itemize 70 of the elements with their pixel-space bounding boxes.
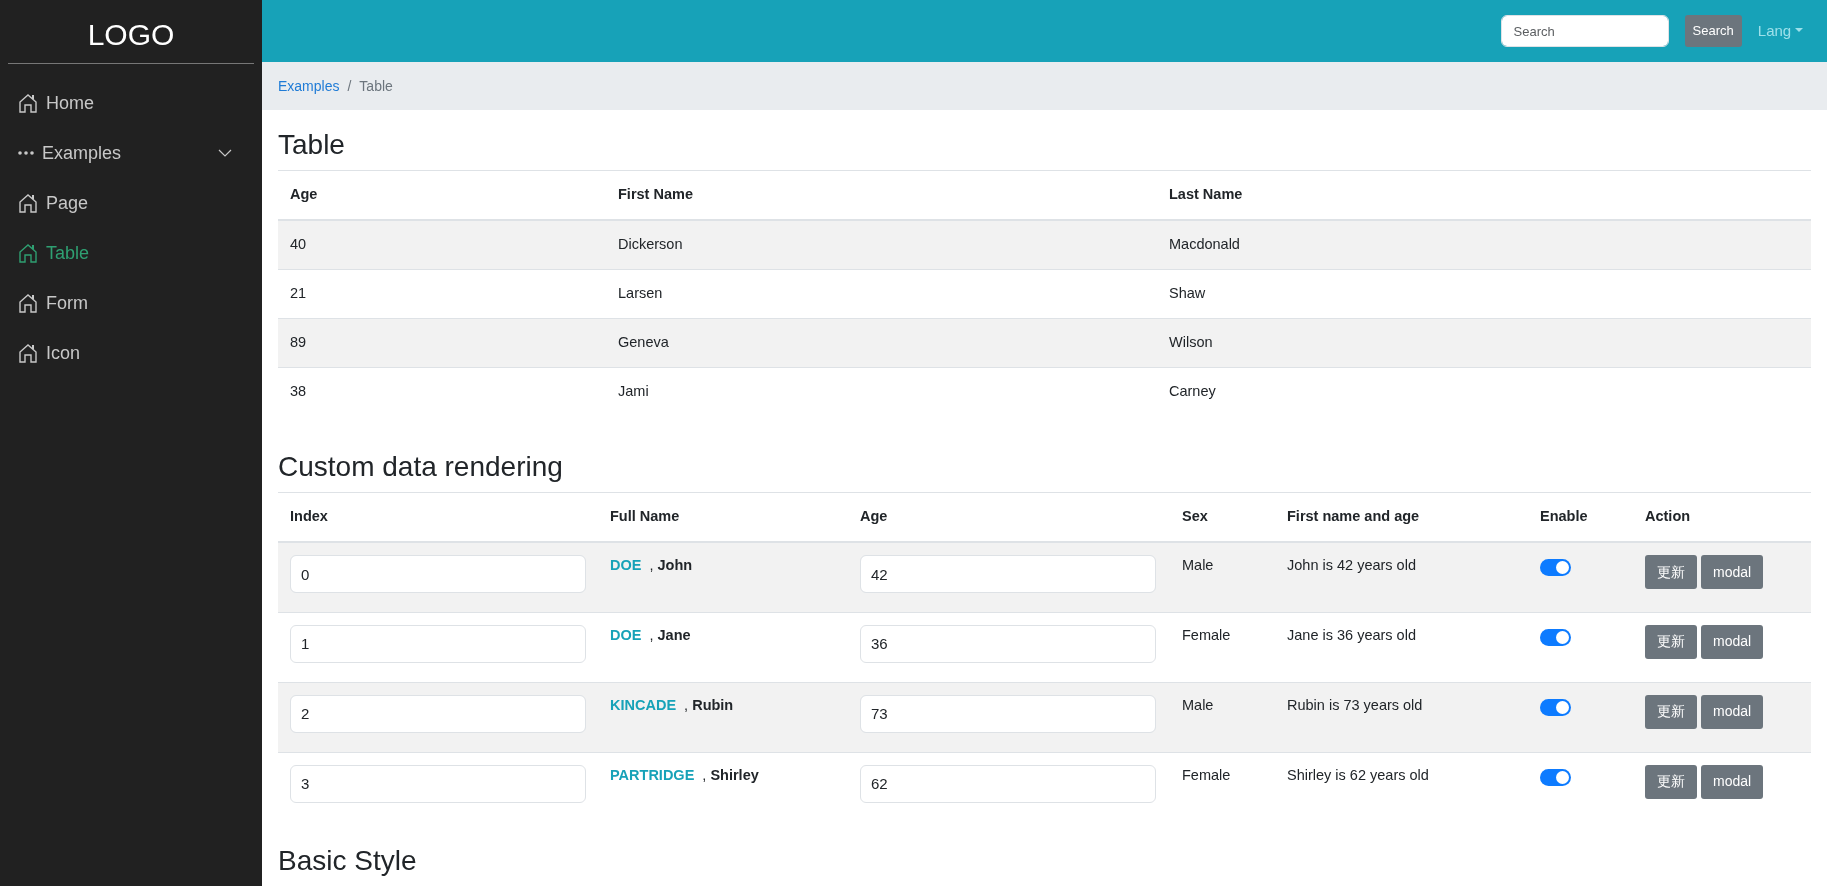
breadcrumb-current: Table [359, 76, 393, 96]
table-cell: Macdonald [1157, 220, 1811, 270]
section-heading: Table [278, 128, 346, 162]
last-name-link[interactable]: DOE [610, 626, 642, 643]
first-name-text: , John [648, 557, 693, 574]
search-button[interactable]: Search [1684, 15, 1742, 47]
table-cell: Male [1170, 542, 1275, 613]
modal-button[interactable]: modal [1701, 555, 1764, 590]
enable-toggle[interactable] [1540, 768, 1571, 786]
index-field[interactable]: 2 [290, 694, 586, 733]
update-button[interactable]: 更新 [1645, 555, 1697, 590]
home-icon [18, 193, 38, 213]
age-field[interactable]: 42 [860, 555, 1156, 594]
section-heading: Custom data rendering [278, 450, 564, 484]
chevron-down-icon [218, 148, 232, 158]
modal-button[interactable]: modal [1701, 624, 1764, 659]
modal-button[interactable]: modal [1701, 694, 1764, 729]
search-field[interactable]: Search [1500, 15, 1669, 47]
sidebar-item[interactable]: Form [0, 278, 262, 328]
logo-text: LOGO [86, 17, 176, 53]
table-cell: Carney [1157, 367, 1811, 417]
table-cell: Geneva [606, 318, 1157, 368]
table-cell: 40 [278, 220, 606, 270]
sidebar-item[interactable]: Examples [0, 128, 262, 178]
update-button[interactable]: 更新 [1645, 624, 1697, 659]
table-cell: Shaw [1157, 269, 1811, 319]
dots-icon [18, 151, 34, 155]
sidebar-item[interactable]: Page [0, 178, 262, 228]
table-cell: Jane is 36 years old [1275, 612, 1528, 683]
enable-toggle[interactable] [1540, 559, 1571, 577]
last-name-link[interactable]: PARTRIDGE [610, 766, 695, 783]
modal-button[interactable]: modal [1701, 764, 1764, 799]
first-name-text: , Rubin [683, 696, 734, 713]
table-cell: Female [1170, 612, 1275, 683]
table-cell: Wilson [1157, 318, 1811, 368]
section-heading: Basic Style [278, 844, 418, 878]
table-cell: Jami [606, 367, 1157, 417]
breadcrumb-separator: / [347, 76, 352, 96]
table-cell: Rubin is 73 years old [1275, 682, 1528, 753]
first-name-text: , Shirley [701, 766, 759, 783]
age-field[interactable]: 73 [860, 694, 1156, 733]
last-name-link[interactable]: KINCADE [610, 696, 677, 713]
last-name-link[interactable]: DOE [610, 557, 642, 574]
table-cell: 38 [278, 367, 606, 417]
table-cell: 21 [278, 269, 606, 319]
index-field[interactable]: 1 [290, 624, 586, 663]
update-button[interactable]: 更新 [1645, 764, 1697, 799]
home-icon [18, 243, 38, 263]
sidebar-item[interactable]: Icon [0, 328, 262, 378]
index-field[interactable]: 3 [290, 764, 586, 803]
first-name-text: , Jane [648, 626, 691, 643]
table-cell: John is 42 years old [1275, 542, 1528, 613]
age-field[interactable]: 36 [860, 624, 1156, 663]
home-icon [18, 293, 38, 313]
enable-toggle[interactable] [1540, 628, 1571, 646]
breadcrumb-link[interactable]: Examples [278, 75, 340, 97]
sidebar-item[interactable]: Table [0, 228, 262, 278]
age-field[interactable]: 62 [860, 764, 1156, 803]
table-cell: Dickerson [606, 220, 1157, 270]
table-cell: 89 [278, 318, 606, 368]
table-cell: Female [1170, 752, 1275, 823]
enable-toggle[interactable] [1540, 698, 1571, 716]
home-icon [18, 93, 38, 113]
table-cell: Larsen [606, 269, 1157, 319]
sidebar-item[interactable]: Home [0, 78, 262, 128]
home-icon [18, 343, 38, 363]
index-field[interactable]: 0 [290, 555, 586, 594]
table-cell: Shirley is 62 years old [1275, 752, 1528, 823]
update-button[interactable]: 更新 [1645, 694, 1697, 729]
table-cell: Male [1170, 682, 1275, 753]
